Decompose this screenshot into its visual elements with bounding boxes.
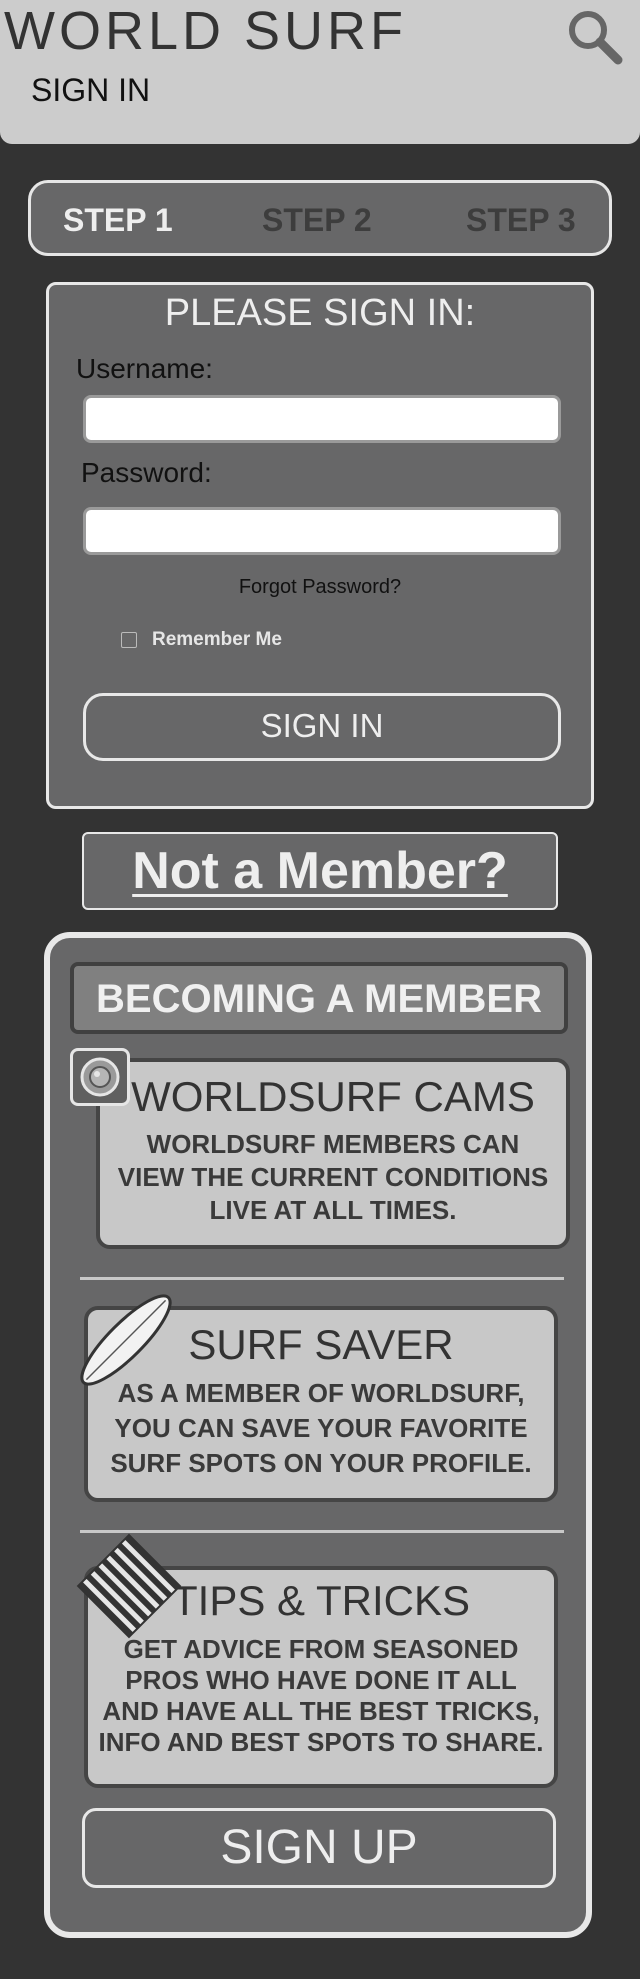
search-icon[interactable] <box>566 8 624 66</box>
remember-me-checkbox[interactable] <box>121 632 137 648</box>
username-label: Username: <box>76 353 213 384</box>
divider <box>80 1277 564 1280</box>
step-2-tab[interactable]: STEP 2 <box>262 201 372 239</box>
not-a-member-link[interactable]: Not a Member? <box>84 840 556 902</box>
feature-title: WORLDSURF CAMS <box>131 1073 535 1120</box>
feature-description-line: WORLDSURF MEMBERS CAN <box>146 1129 520 1159</box>
step-indicator: STEP 1 STEP 2 STEP 3 <box>28 180 612 256</box>
feature-description-line: PROS WHO HAVE DONE IT ALL <box>125 1665 517 1695</box>
signin-heading: PLEASE SIGN IN: <box>164 292 476 334</box>
remember-me-label: Remember Me <box>152 629 282 650</box>
feature-description-line: VIEW THE CURRENT CONDITIONS <box>117 1162 549 1192</box>
feature-worldsurf-cams: WORLDSURF CAMS WORLDSURF MEMBERS CAN VIE… <box>96 1058 570 1249</box>
username-field[interactable] <box>83 395 561 443</box>
membership-panel: BECOMING A MEMBER WORLDSURF CAMS WORLDSU… <box>44 932 592 1938</box>
page-subtitle: SIGN IN <box>31 72 151 108</box>
membership-heading-box: BECOMING A MEMBER <box>70 962 568 1034</box>
feature-description-line: LIVE AT ALL TIMES. <box>209 1195 457 1225</box>
signin-panel: PLEASE SIGN IN: Username: Password: Forg… <box>46 282 594 809</box>
camera-icon <box>70 1048 130 1106</box>
membership-heading: BECOMING A MEMBER <box>96 977 542 1021</box>
forgot-password-link[interactable]: Forgot Password? <box>49 575 591 599</box>
feature-description-line: AND HAVE ALL THE BEST TRICKS, <box>102 1696 540 1726</box>
surfboard-icon <box>76 1290 176 1390</box>
sign-in-button[interactable]: SIGN IN <box>83 693 561 761</box>
striped-tips-icon <box>74 1530 184 1642</box>
password-field[interactable] <box>83 507 561 555</box>
feature-description-line: INFO AND BEST SPOTS TO SHARE. <box>98 1727 544 1757</box>
step-1-tab[interactable]: STEP 1 <box>63 201 173 239</box>
header: WORLD SURF SIGN IN <box>0 0 640 144</box>
feature-description-line: SURF SPOTS ON YOUR PROFILE. <box>110 1448 532 1478</box>
feature-description-line: YOU CAN SAVE YOUR FAVORITE <box>114 1413 528 1443</box>
feature-description: AS A MEMBER OF WORLDSURF, YOU CAN SAVE Y… <box>88 1376 554 1481</box>
not-member-box: Not a Member? <box>82 832 558 910</box>
app-title: WORLD SURF <box>4 1 407 61</box>
feature-description: WORLDSURF MEMBERS CAN VIEW THE CURRENT C… <box>100 1128 566 1227</box>
step-3-tab[interactable]: STEP 3 <box>466 201 576 239</box>
feature-description: GET ADVICE FROM SEASONED PROS WHO HAVE D… <box>88 1634 554 1758</box>
password-label: Password: <box>81 457 212 488</box>
sign-up-button[interactable]: SIGN UP <box>82 1808 556 1888</box>
